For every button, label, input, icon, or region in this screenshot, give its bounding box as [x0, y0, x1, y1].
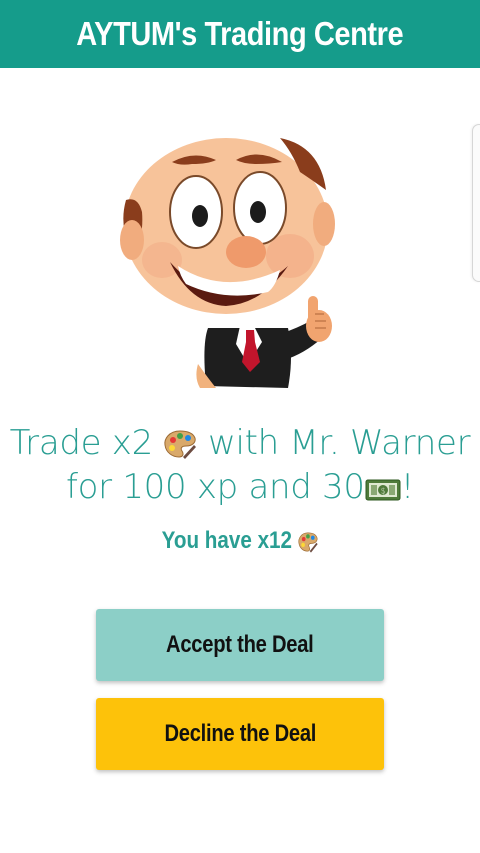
palette-icon — [164, 430, 197, 459]
inventory-count: You have x12 — [34, 527, 447, 555]
trade-offer-line-2: for 100 xp and 30 $ ! — [0, 465, 480, 509]
money-icon: $ — [365, 479, 401, 501]
trade-offer-text: Trade x2 with Mr. Warner for 100 xp and … — [0, 421, 480, 509]
mr-warner-illustration — [120, 138, 335, 388]
side-panel-handle[interactable] — [472, 124, 480, 282]
trade-partner-text: with Mr. Warner — [207, 423, 471, 463]
inventory-label: You have x12 — [161, 527, 293, 554]
app-header: AYTUM's Trading Centre — [0, 0, 480, 68]
decline-deal-label: Decline the Deal — [164, 720, 316, 747]
trade-offer-line-1: Trade x2 with Mr. Warner — [0, 421, 480, 465]
trade-exclamation: ! — [400, 467, 415, 507]
accept-deal-button[interactable]: Accept the Deal — [96, 609, 384, 681]
app-title: AYTUM's Trading Centre — [76, 15, 404, 52]
trade-quantity-text: Trade x2 — [9, 423, 154, 463]
palette-icon — [298, 532, 318, 553]
trade-reward-text: for 100 xp and 30 — [65, 467, 365, 507]
svg-text:$: $ — [380, 487, 385, 496]
decline-deal-button[interactable]: Decline the Deal — [96, 698, 384, 770]
accept-deal-label: Accept the Deal — [166, 631, 314, 658]
